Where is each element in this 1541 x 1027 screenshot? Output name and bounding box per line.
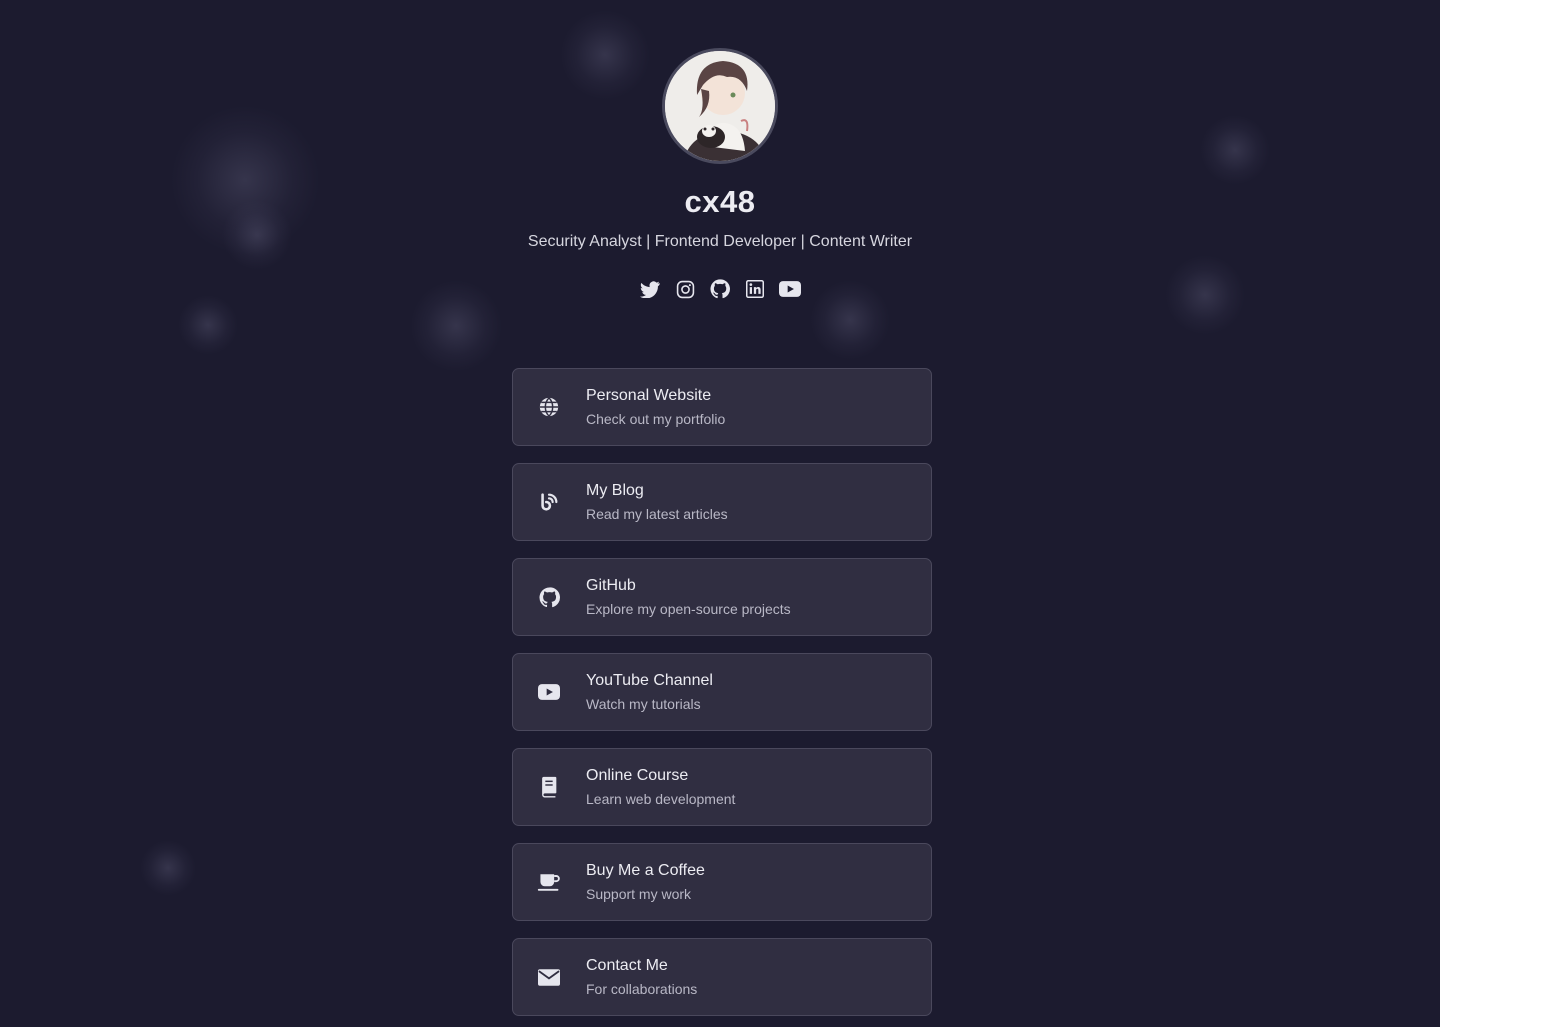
link-subtitle: Learn web development bbox=[586, 791, 736, 807]
link-card-contact-me[interactable]: Contact Me For collaborations bbox=[512, 938, 932, 1016]
link-text: GitHub Explore my open-source projects bbox=[586, 577, 791, 617]
youtube-icon[interactable] bbox=[779, 278, 801, 300]
link-card-youtube-channel[interactable]: YouTube Channel Watch my tutorials bbox=[512, 653, 932, 731]
link-text: Personal Website Check out my portfolio bbox=[586, 387, 725, 427]
link-title: GitHub bbox=[586, 577, 636, 594]
link-title: My Blog bbox=[586, 482, 644, 499]
link-card-github[interactable]: GitHub Explore my open-source projects bbox=[512, 558, 932, 636]
link-subtitle: For collaborations bbox=[586, 981, 698, 997]
link-subtitle: Explore my open-source projects bbox=[586, 601, 791, 617]
instagram-icon[interactable] bbox=[674, 278, 696, 300]
envelope-icon bbox=[537, 965, 561, 989]
link-text: Contact Me For collaborations bbox=[586, 957, 697, 997]
link-title: Buy Me a Coffee bbox=[586, 862, 705, 879]
link-card-personal-website[interactable]: Personal Website Check out my portfolio bbox=[512, 368, 932, 446]
profile-name: cx48 bbox=[684, 184, 756, 219]
background-blob bbox=[178, 295, 238, 355]
link-title: Online Course bbox=[586, 767, 689, 784]
github-icon[interactable] bbox=[709, 278, 731, 300]
link-title: Contact Me bbox=[586, 957, 668, 974]
link-card-buy-me-a-coffee[interactable]: Buy Me a Coffee Support my work bbox=[512, 843, 932, 921]
twitter-icon[interactable] bbox=[639, 278, 661, 300]
profile-tagline: Security Analyst | Frontend Developer | … bbox=[527, 233, 913, 250]
link-subtitle: Read my latest articles bbox=[586, 506, 728, 522]
book-icon bbox=[537, 775, 561, 799]
background-blob bbox=[140, 840, 196, 896]
page-viewport: cx48 Security Analyst | Frontend Develop… bbox=[0, 0, 1440, 1027]
blog-icon bbox=[537, 490, 561, 514]
link-text: My Blog Read my latest articles bbox=[586, 482, 728, 522]
link-card-online-course[interactable]: Online Course Learn web development bbox=[512, 748, 932, 826]
coffee-icon bbox=[537, 870, 561, 894]
youtube-icon bbox=[537, 680, 561, 704]
link-text: Buy Me a Coffee Support my work bbox=[586, 862, 705, 902]
link-text: YouTube Channel Watch my tutorials bbox=[586, 672, 713, 712]
link-title: Personal Website bbox=[586, 387, 712, 404]
link-list: Personal Website Check out my portfolio … bbox=[512, 368, 932, 1027]
github-icon bbox=[537, 585, 561, 609]
social-links bbox=[0, 278, 1440, 300]
link-subtitle: Watch my tutorials bbox=[586, 696, 701, 712]
link-text: Online Course Learn web development bbox=[586, 767, 735, 807]
link-subtitle: Support my work bbox=[586, 886, 692, 902]
linkedin-icon[interactable] bbox=[744, 278, 766, 300]
link-subtitle: Check out my portfolio bbox=[586, 411, 726, 427]
globe-icon bbox=[537, 395, 561, 419]
link-title: YouTube Channel bbox=[586, 672, 713, 689]
link-card-my-blog[interactable]: My Blog Read my latest articles bbox=[512, 463, 932, 541]
avatar bbox=[662, 48, 778, 164]
profile-header: cx48 Security Analyst | Frontend Develop… bbox=[0, 48, 1440, 300]
